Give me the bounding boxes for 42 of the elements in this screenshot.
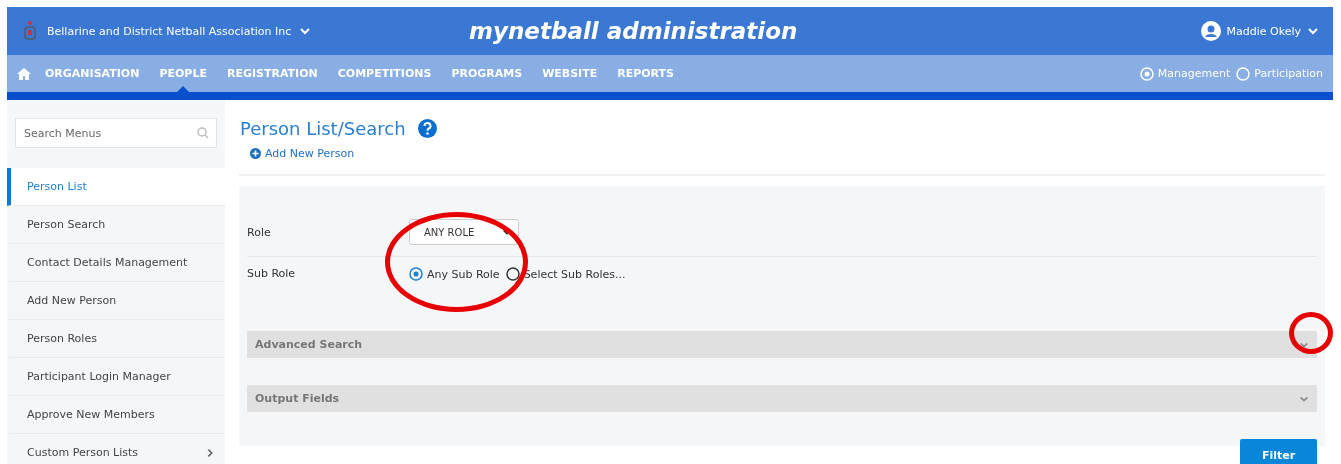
sidebar-item[interactable]: Person Search	[7, 206, 225, 244]
collapsible-section-header[interactable]: Advanced Search	[247, 331, 1317, 358]
nav-tab[interactable]: REPORTS	[607, 55, 685, 92]
nav-tab[interactable]: ORGANISATION	[35, 55, 150, 92]
add-person-link[interactable]: Add New Person	[250, 147, 355, 174]
nav-tab[interactable]: PEOPLE	[149, 55, 217, 92]
search-field[interactable]: Search Menus	[15, 118, 217, 148]
sidebar-item[interactable]: Contact Details Management	[7, 244, 225, 282]
sidebar-item[interactable]: Custom Person Lists	[7, 434, 225, 464]
field-label: Sub Role	[247, 267, 297, 280]
sidebar-item[interactable]: Approve New Members	[7, 396, 225, 434]
nav-tab[interactable]: COMPETITIONS	[327, 55, 442, 92]
role-select[interactable]: ANY ROLE	[409, 219, 519, 245]
sidebar-item[interactable]: Person Roles	[7, 320, 225, 358]
nav-tab[interactable]: PROGRAMS	[441, 55, 533, 92]
organisation-name[interactable]: Bellarine and District Netball Association Inc	[47, 24, 292, 38]
page-title: Person List/Search	[240, 118, 406, 139]
mode-label: Participation	[1254, 67, 1323, 80]
nav-tab[interactable]: REGISTRATION	[216, 55, 328, 92]
chevron-right-icon	[205, 447, 215, 458]
user-avatar-icon[interactable]	[1200, 21, 1221, 41]
radio-button[interactable]	[409, 267, 423, 281]
collapsible-section-header[interactable]: Output Fields	[247, 385, 1317, 412]
radio-label[interactable]: Any Sub Role	[427, 267, 500, 281]
sidebar-item[interactable]: Person List	[7, 168, 225, 206]
home-icon[interactable]	[17, 67, 31, 80]
user-name[interactable]: Maddie Okely	[1226, 24, 1301, 38]
annotation-circle	[1289, 312, 1333, 354]
search-icon	[197, 127, 209, 139]
chevron-down-icon	[299, 25, 312, 37]
radio-button[interactable]	[505, 267, 520, 281]
sidebar-item[interactable]: Participant Login Manager	[7, 358, 225, 396]
chevron-down-icon	[1307, 25, 1319, 37]
association-logo	[21, 20, 39, 42]
filter-button[interactable]: Filter	[1240, 439, 1317, 464]
app-title: mynetball administration	[468, 18, 799, 44]
help-icon[interactable]	[417, 119, 437, 138]
sidebar-item[interactable]: Add New Person	[7, 282, 225, 320]
field-label: Role	[247, 225, 272, 239]
nav-tab[interactable]: WEBSITE	[532, 55, 608, 92]
mode-label: Management	[1157, 67, 1231, 80]
plus-circle-icon	[250, 148, 261, 159]
